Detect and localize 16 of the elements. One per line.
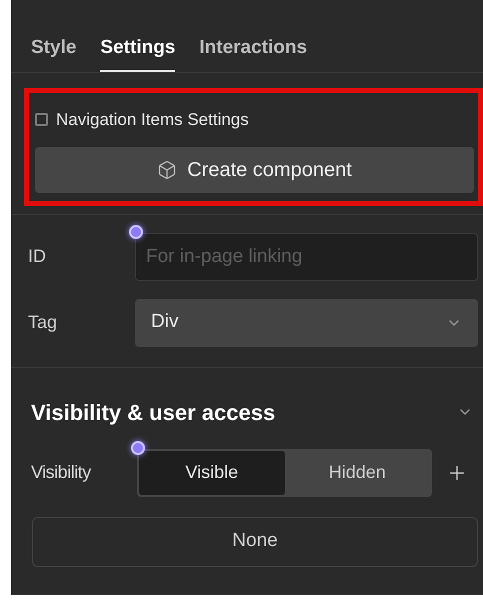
section-title: Visibility & user access: [31, 398, 276, 427]
segment-option[interactable]: Hidden: [284, 450, 430, 494]
none-button[interactable]: None: [32, 516, 478, 566]
field-label: ID: [28, 245, 47, 268]
tab[interactable]: Style: [31, 0, 76, 72]
visibility-label: Visibility: [31, 461, 92, 484]
segment-option[interactable]: Visible: [139, 450, 284, 494]
cube-icon: [157, 160, 178, 180]
tag-select[interactable]: Div: [135, 298, 478, 346]
create-component-button[interactable]: Create component: [35, 146, 474, 192]
field-label: Tag: [28, 311, 58, 334]
checkbox-label: Navigation Items Settings: [56, 109, 249, 131]
tab[interactable]: Settings: [100, 0, 176, 72]
tab[interactable]: Interactions: [199, 0, 308, 72]
checkbox[interactable]: [35, 113, 48, 126]
id-input-field[interactable]: For in-page linking: [135, 232, 478, 280]
